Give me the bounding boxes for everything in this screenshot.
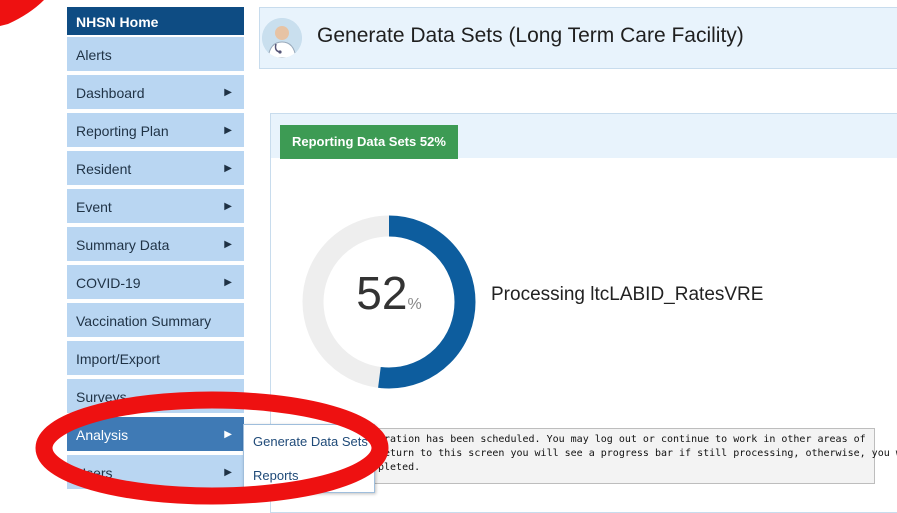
chevron-right-icon: ▶ (224, 429, 232, 440)
annotation-corner-mark (0, 0, 44, 26)
sidebar-item-label: Surveys (76, 389, 127, 405)
sidebar-item-label: Analysis (76, 427, 129, 443)
sidebar-item-label: Alerts (76, 47, 112, 63)
sidebar-item-dashboard[interactable]: Dashboard ▶ (67, 75, 244, 111)
chevron-right-icon: ▶ (224, 277, 232, 288)
sidebar-item-reporting-plan[interactable]: Reporting Plan ▶ (67, 113, 244, 149)
page-header: Generate Data Sets (Long Term Care Facil… (259, 7, 897, 69)
sidebar-item-resident[interactable]: Resident ▶ (67, 151, 244, 187)
analysis-submenu: Generate Data Sets Reports (243, 424, 375, 493)
page-title: Generate Data Sets (Long Term Care Facil… (317, 24, 744, 47)
sidebar-nav: NHSN Home Alerts Dashboard ▶ Reporting P… (67, 7, 244, 512)
sidebar-item-label: COVID-19 (76, 275, 141, 291)
sidebar-item-label: NHSN Home (76, 14, 159, 30)
sidebar-item-label: Vaccination Summary (76, 313, 212, 329)
sidebar-item-label: Resident (76, 161, 132, 177)
notice-line: return to this screen you will see a pro… (378, 448, 897, 459)
sidebar-item-summary-data[interactable]: Summary Data ▶ (67, 227, 244, 263)
notice-line: pleted. (378, 462, 421, 473)
sidebar-item-label: Dashboard (76, 85, 145, 101)
sidebar-item-label: Reporting Plan (76, 123, 169, 139)
progress-percent-value: 52 (356, 267, 408, 319)
sidebar-item-users[interactable]: Users ▶ (67, 455, 244, 491)
tab-reporting-data-sets[interactable]: Reporting Data Sets 52% (280, 125, 458, 159)
chevron-right-icon: ▶ (224, 125, 232, 136)
chevron-right-icon: ▶ (224, 239, 232, 250)
progress-percent-sign: % (407, 296, 422, 313)
sidebar-item-vaccination-summary[interactable]: Vaccination Summary (67, 303, 244, 339)
sidebar-item-covid-19[interactable]: COVID-19 ▶ (67, 265, 244, 301)
panel-tab-bar: Reporting Data Sets 52% (271, 114, 897, 159)
chevron-right-icon: ▶ (224, 467, 232, 478)
sidebar-item-label: Summary Data (76, 237, 170, 253)
progress-percent: 52% (301, 266, 477, 320)
sidebar-item-alerts[interactable]: Alerts (67, 37, 244, 73)
sidebar-item-label: Users (76, 465, 113, 481)
sidebar-item-label: Import/Export (76, 351, 161, 367)
sidebar-item-import-export[interactable]: Import/Export (67, 341, 244, 377)
doctor-avatar-icon (262, 18, 302, 58)
sidebar-item-nhsn-home[interactable]: NHSN Home (67, 7, 244, 37)
chevron-right-icon: ▶ (224, 163, 232, 174)
notice-line: eration has been scheduled. You may log … (378, 434, 866, 445)
processing-status-text: Processing ltcLABID_RatesVRE (491, 284, 764, 305)
sidebar-item-event[interactable]: Event ▶ (67, 189, 244, 225)
submenu-item-reports[interactable]: Reports (244, 459, 374, 492)
schedule-notice: eration has been scheduled. You may log … (355, 428, 897, 484)
sidebar-item-surveys[interactable]: Surveys ▶ (67, 379, 244, 415)
chevron-right-icon: ▶ (224, 201, 232, 212)
sidebar-item-analysis[interactable]: Analysis ▶ (67, 417, 244, 453)
chevron-right-icon: ▶ (224, 87, 232, 98)
sidebar-item-label: Event (76, 199, 112, 215)
submenu-item-generate-data-sets[interactable]: Generate Data Sets (244, 425, 374, 458)
chevron-right-icon: ▶ (224, 391, 232, 402)
